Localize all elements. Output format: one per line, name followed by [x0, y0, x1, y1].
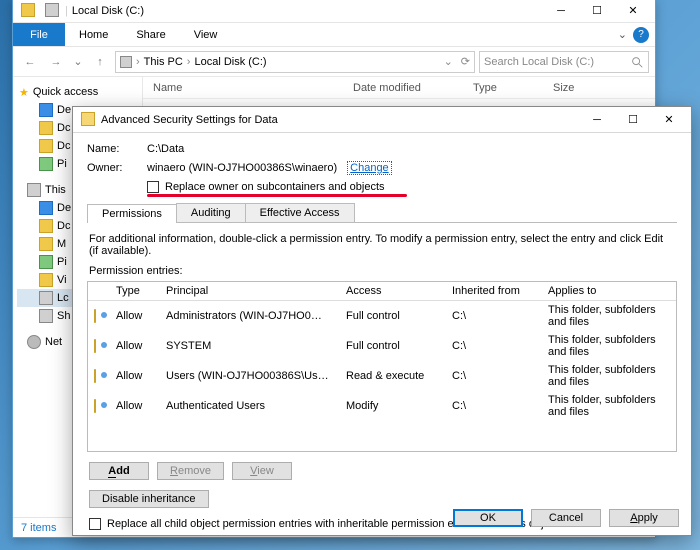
name-label: Name: [87, 143, 147, 155]
dialog-close-button[interactable]: ✕ [651, 108, 687, 132]
table-row[interactable]: Allow Authenticated Users Modify C:\ Thi… [88, 391, 676, 421]
search-icon [630, 55, 644, 69]
tab-home[interactable]: Home [65, 23, 122, 46]
breadcrumb-drive[interactable]: Local Disk (C:) [194, 56, 266, 68]
ok-button[interactable]: OK [453, 509, 523, 527]
status-text: 7 items [21, 522, 56, 534]
tab-share[interactable]: Share [122, 23, 179, 46]
list-header: Name Date modified Type Size [143, 77, 655, 99]
refresh-icon[interactable]: ⟳ [457, 55, 470, 68]
minimize-button[interactable]: ─ [543, 0, 579, 22]
security-dialog: Advanced Security Settings for Data ─ ☐ … [72, 106, 692, 536]
address-row: ← → ⌄ ↑ › This PC › Local Disk (C:) ⌄ ⟳ … [13, 47, 655, 77]
table-header: Type Principal Access Inherited from App… [88, 282, 676, 301]
explorer-titlebar: | Local Disk (C:) ─ ☐ ✕ [13, 0, 655, 23]
shield-icon [81, 112, 97, 128]
permissions-table: Type Principal Access Inherited from App… [87, 281, 677, 452]
col-access[interactable]: Access [340, 282, 446, 300]
col-inherited[interactable]: Inherited from [446, 282, 542, 300]
table-row[interactable]: Allow Users (WIN-OJ7HO00386S\Us… Read & … [88, 361, 676, 391]
drive-icon [45, 3, 61, 19]
name-value: C:\Data [147, 143, 184, 155]
col-date[interactable]: Date modified [343, 82, 463, 94]
owner-value: winaero (WIN-OJ7HO00386S\winaero) [147, 162, 337, 174]
cancel-button[interactable]: Cancel [531, 509, 601, 527]
maximize-button[interactable]: ☐ [579, 0, 615, 22]
col-applies[interactable]: Applies to [542, 282, 676, 300]
owner-label: Owner: [87, 162, 147, 174]
up-button[interactable]: ↑ [89, 51, 111, 73]
annotation-underline [147, 194, 407, 197]
tab-file[interactable]: File [13, 23, 65, 46]
breadcrumb-thispc[interactable]: This PC [144, 56, 183, 68]
tab-view[interactable]: View [180, 23, 232, 46]
ribbon-tabs: File Home Share View ⌄ ? [13, 23, 655, 47]
dialog-title: Advanced Security Settings for Data [101, 114, 278, 126]
dialog-titlebar: Advanced Security Settings for Data ─ ☐ … [73, 107, 691, 133]
remove-button[interactable]: Remove [157, 462, 224, 480]
permission-entries-label: Permission entries: [89, 265, 675, 277]
help-icon[interactable]: ? [633, 27, 649, 43]
add-button[interactable]: Add [89, 462, 149, 480]
col-size[interactable]: Size [543, 82, 623, 94]
replace-owner-checkbox[interactable] [147, 181, 159, 193]
table-row[interactable]: Allow SYSTEM Full control C:\ This folde… [88, 331, 676, 361]
close-button[interactable]: ✕ [615, 0, 651, 22]
tree-quick-access[interactable]: ★Quick access [17, 83, 138, 101]
view-button[interactable]: View [232, 462, 292, 480]
change-owner-link[interactable]: Change [347, 161, 392, 175]
dialog-minimize-button[interactable]: ─ [579, 108, 615, 132]
window-title: Local Disk (C:) [68, 5, 144, 17]
group-icon [94, 309, 96, 323]
group-icon [94, 369, 96, 383]
group-icon [94, 339, 96, 353]
drive-icon [120, 56, 132, 68]
folder-icon [21, 3, 37, 19]
dialog-tabs: Permissions Auditing Effective Access [87, 203, 677, 223]
table-row[interactable]: Allow Administrators (WIN-OJ7HO0… Full c… [88, 301, 676, 331]
search-input[interactable]: Search Local Disk (C:) [479, 51, 649, 73]
disable-inheritance-button[interactable]: Disable inheritance [89, 490, 209, 508]
col-type[interactable]: Type [110, 282, 160, 300]
dialog-maximize-button[interactable]: ☐ [615, 108, 651, 132]
back-button[interactable]: ← [19, 51, 41, 73]
addr-dropdown-icon[interactable]: ⌄ [444, 55, 453, 68]
search-placeholder: Search Local Disk (C:) [484, 56, 594, 68]
tab-permissions[interactable]: Permissions [87, 204, 177, 223]
replace-child-checkbox[interactable] [89, 518, 101, 530]
replace-owner-label: Replace owner on subcontainers and objec… [165, 181, 385, 193]
chevron-right-icon: › [136, 56, 140, 68]
group-icon [94, 399, 96, 413]
apply-button[interactable]: Apply [609, 509, 679, 527]
tab-effective-access[interactable]: Effective Access [245, 203, 355, 222]
tab-auditing[interactable]: Auditing [176, 203, 246, 222]
col-principal[interactable]: Principal [160, 282, 340, 300]
ribbon-toggle-icon[interactable]: ⌄ [618, 28, 627, 41]
history-dropdown[interactable]: ⌄ [71, 51, 85, 73]
info-text: For additional information, double-click… [89, 233, 675, 257]
col-name[interactable]: Name [143, 82, 343, 94]
col-type[interactable]: Type [463, 82, 543, 94]
address-bar[interactable]: › This PC › Local Disk (C:) ⌄ ⟳ [115, 51, 475, 73]
chevron-right-icon: › [187, 56, 191, 68]
forward-button[interactable]: → [45, 51, 67, 73]
